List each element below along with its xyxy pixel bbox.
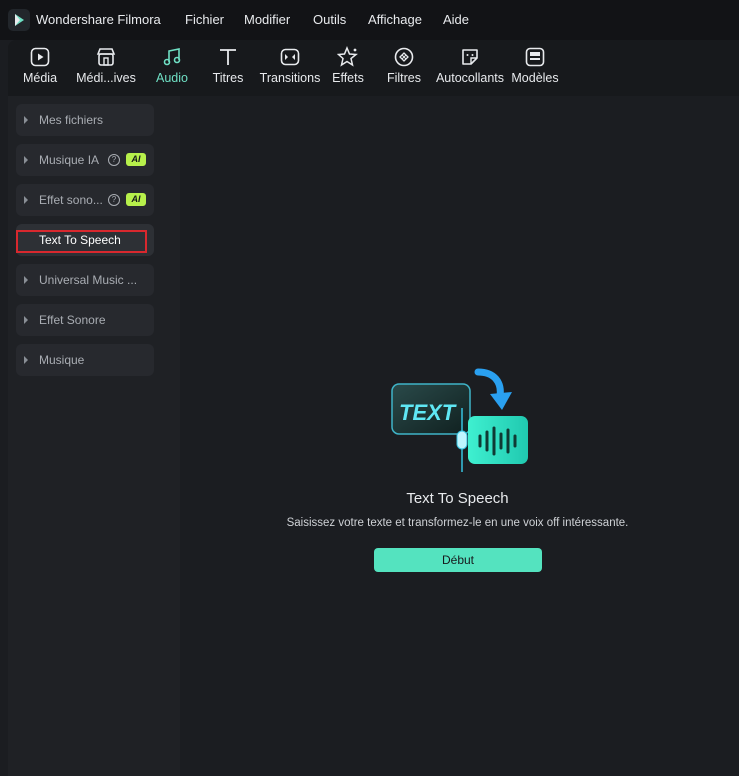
menu-fichier[interactable]: Fichier bbox=[185, 12, 224, 27]
music-note-icon bbox=[163, 48, 181, 66]
tts-description: Saisissez votre texte et transformez-le … bbox=[286, 517, 629, 529]
tab-titles[interactable]: Titres bbox=[212, 46, 244, 92]
filmora-logo-icon bbox=[8, 9, 30, 31]
app-title: Wondershare Filmora bbox=[36, 12, 161, 27]
tab-templates[interactable]: Modèles bbox=[511, 46, 559, 92]
title-bar: Wondershare Filmora Fichier Modifier Out… bbox=[0, 0, 739, 40]
sticker-icon bbox=[462, 49, 478, 65]
ai-badge: AI bbox=[126, 193, 146, 206]
media-icon bbox=[30, 47, 50, 67]
menu-aide[interactable]: Aide bbox=[443, 12, 469, 27]
tab-stickers[interactable]: Autocollants bbox=[435, 46, 505, 92]
sidebar-item-effet-sonore[interactable]: Effet Sonore bbox=[16, 304, 154, 336]
sidebar-item-effet-sonore-ia[interactable]: Effet sono... ? AI bbox=[16, 184, 154, 216]
tab-audio[interactable]: Audio bbox=[154, 46, 190, 92]
sidebar-item-text-to-speech[interactable]: Text To Speech bbox=[16, 224, 154, 256]
tab-media-stock[interactable]: Médi...ives bbox=[71, 46, 141, 92]
tts-title: Text To Speech bbox=[406, 490, 509, 507]
text-t-icon bbox=[220, 49, 236, 65]
help-icon[interactable]: ? bbox=[108, 194, 120, 206]
caret-right-icon bbox=[24, 116, 28, 124]
effects-star-icon bbox=[337, 46, 358, 67]
text-to-speech-illustration: TEXT bbox=[391, 368, 528, 472]
transition-icon bbox=[280, 48, 300, 66]
tab-media[interactable]: Média bbox=[23, 46, 57, 92]
sidebar-item-musique-ia[interactable]: Musique IA ? AI bbox=[16, 144, 154, 176]
sidebar-item-musique[interactable]: Musique bbox=[16, 344, 154, 376]
sidebar-item-universal-music[interactable]: Universal Music ... bbox=[16, 264, 154, 296]
ai-badge: AI bbox=[126, 153, 146, 166]
template-icon bbox=[525, 47, 545, 67]
help-icon[interactable]: ? bbox=[108, 154, 120, 166]
audio-sidebar: Mes fichiers Musique IA ? AI Effet sono.… bbox=[8, 96, 180, 776]
menu-outils[interactable]: Outils bbox=[313, 12, 346, 27]
start-button[interactable]: Début bbox=[374, 548, 542, 572]
menu-modifier[interactable]: Modifier bbox=[244, 12, 290, 27]
asset-toolbar: Média Médi...ives Audio Titres Transitio… bbox=[8, 40, 739, 96]
menu-affichage[interactable]: Affichage bbox=[368, 12, 422, 27]
tab-effects[interactable]: Effets bbox=[330, 46, 366, 92]
caret-right-icon bbox=[24, 316, 28, 324]
tab-filters[interactable]: Filtres bbox=[386, 46, 422, 92]
store-icon bbox=[96, 48, 116, 66]
caret-right-icon bbox=[24, 156, 28, 164]
caret-right-icon bbox=[24, 276, 28, 284]
sidebar-item-mes-fichiers[interactable]: Mes fichiers bbox=[16, 104, 154, 136]
caret-right-icon bbox=[24, 356, 28, 364]
svg-text:TEXT: TEXT bbox=[399, 400, 457, 425]
filter-icon bbox=[394, 47, 414, 67]
tab-transitions[interactable]: Transitions bbox=[259, 46, 321, 92]
caret-right-icon bbox=[24, 196, 28, 204]
